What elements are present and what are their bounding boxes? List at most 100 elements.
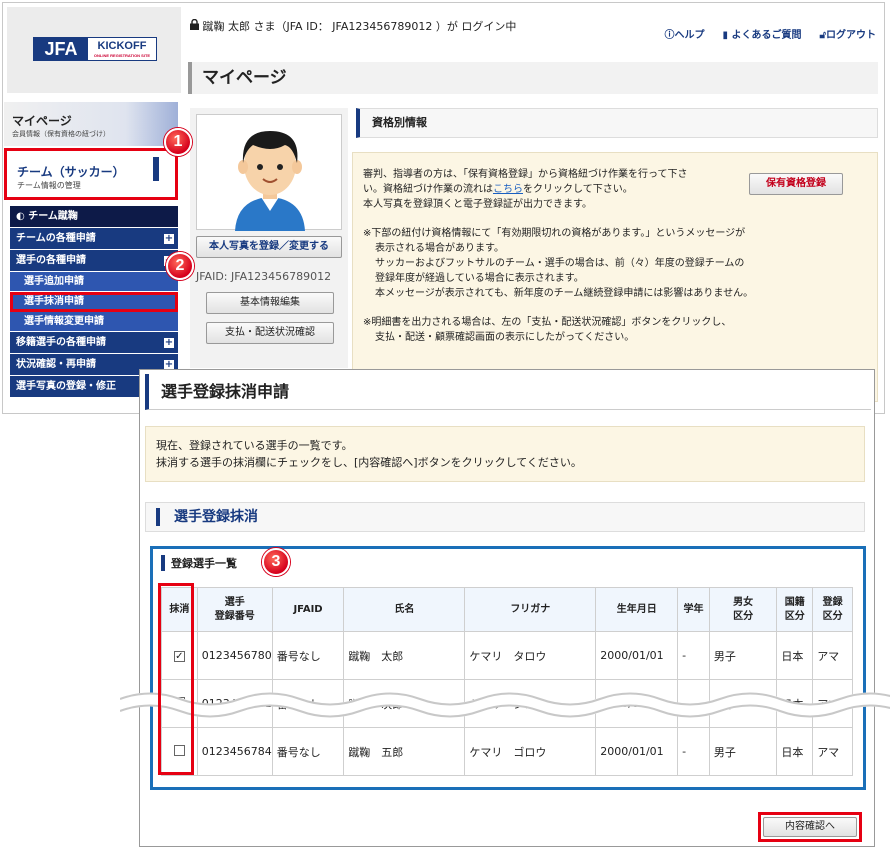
notice-line: 現在、登録されている選手の一覧です。 xyxy=(156,439,353,452)
col-number: 選手 登録番号 xyxy=(196,587,273,632)
logout-label: ログアウト xyxy=(826,30,876,41)
menu-change-player[interactable]: 選手情報変更申請 xyxy=(10,312,178,332)
menu-team-requests[interactable]: チームの各種申請 + xyxy=(10,228,178,250)
step-badge-1: 1 xyxy=(164,128,192,156)
edit-profile-button[interactable]: 基本情報編集 xyxy=(206,292,334,314)
table-header-row: 抹消 選手 登録番号 JFAID 氏名 フリガナ 生年月日 学年 男女 区分 国… xyxy=(161,587,853,632)
step-badge-3: 3 xyxy=(262,548,290,576)
cell-birth: 2000/01/01 xyxy=(595,631,679,680)
col-birth: 生年月日 xyxy=(595,587,679,632)
cell-grade: - xyxy=(677,631,710,680)
col-name: 氏名 xyxy=(343,587,466,632)
payment-status-button[interactable]: 支払・配送状況確認 xyxy=(206,322,334,344)
qualification-info: 審判、指導者の方は、「保有資格登録」から資格紐づけ作業を行って下さ い。資格紐づ… xyxy=(352,152,878,402)
table-row: ✓ 0123456780 番号なし 蹴鞠 太郎 ケマリ タロウ 2000/01/01- 男子… xyxy=(161,631,853,680)
page-title: マイページ xyxy=(188,62,878,94)
cell-nationality: 日本 xyxy=(776,631,814,680)
qualification-heading: 資格別情報 xyxy=(356,108,878,138)
info-text: ※下部の紐付け資格情報にて「有効期限切れの資格があります。」というメッセージが xyxy=(363,228,746,239)
menu-team-name[interactable]: ◐ チーム蹴鞠 xyxy=(10,206,178,228)
col-sex: 男女 区分 xyxy=(708,587,778,632)
menu-add-player[interactable]: 選手追加申請 xyxy=(10,272,178,292)
player-list-frame: 登録選手一覧 抹消 選手 登録番号 JFAID 氏名 フリガナ 生年月日 学年 … xyxy=(150,546,866,790)
chat-icon: ▮ xyxy=(722,30,732,41)
logo-area: JFA KICKOFF ONLINE REGISTRATION SITE xyxy=(7,7,181,93)
cell-category: アマ xyxy=(812,631,853,680)
info-text: ※明細書を出力される場合は、左の「支払・配送状況確認」ボタンをクリックし、 xyxy=(363,317,732,328)
help-icon: ⓘ xyxy=(664,30,675,41)
col-category: 登録 区分 xyxy=(812,587,853,632)
sidebar-team-subtitle: チーム情報の管理 xyxy=(17,181,81,190)
jfa-kickoff-logo[interactable]: JFA KICKOFF ONLINE REGISTRATION SITE xyxy=(33,37,157,61)
sidebar-mypage-title: マイページ xyxy=(12,114,72,128)
col-jfaid: JFAID xyxy=(271,587,345,632)
avatar xyxy=(196,114,342,231)
person-avatar-icon xyxy=(235,131,305,231)
cell-birth: 2000/01/01 xyxy=(595,727,679,776)
menu-label: チームの各種申請 xyxy=(16,233,96,244)
logo-kickoff: KICKOFF ONLINE REGISTRATION SITE xyxy=(88,38,156,60)
expand-icon[interactable]: + xyxy=(164,234,174,244)
cell-name: 蹴鞠 五郎 xyxy=(343,727,466,776)
cell-jfaid: 番号なし xyxy=(271,631,345,680)
info-text: 本メッセージが表示されても、新年度のチーム継続登録申請には影響はありません。 xyxy=(375,288,754,299)
lock-icon xyxy=(190,18,203,33)
notice-box: 現在、登録されている選手の一覧です。 抹消する選手の抹消欄にチェックをし、[内容… xyxy=(145,426,865,482)
logo-jfa: JFA xyxy=(34,38,88,60)
header-links: ⓘヘルプ ▮ よくあるご質問 🔓︎ログアウト xyxy=(665,26,876,41)
logo-tagline: ONLINE REGISTRATION SITE xyxy=(93,53,151,58)
menu-player-requests[interactable]: 選手の各種申請− xyxy=(10,250,178,272)
menu-transfer-requests[interactable]: 移籍選手の各種申請 + xyxy=(10,332,178,354)
cell-sex: 男子 xyxy=(708,727,778,776)
logout-link[interactable]: 🔓︎ログアウト xyxy=(820,26,876,41)
info-text: 支払・配送・顧票確認画面の表示にしたがってください。 xyxy=(375,332,635,343)
menu-label: 移籍選手の各種申請 xyxy=(16,337,106,348)
notice-line: 抹消する選手の抹消欄にチェックをし、[内容確認へ]ボタンをクリックしてください。 xyxy=(156,456,582,469)
menu-label: 選手抹消申請 xyxy=(24,296,84,307)
qualification-panel: 資格別情報 審判、指導者の方は、「保有資格登録」から資格紐づけ作業を行って下さ … xyxy=(352,108,878,408)
info-text: 登録年度が経過している場合に表示されます。 xyxy=(375,273,584,284)
cell-number: 0123456784 xyxy=(196,727,273,776)
menu-label: 選手の各種申請 xyxy=(16,255,86,266)
register-photo-button[interactable]: 本人写真を登録／変更する xyxy=(196,236,342,258)
menu-delete-player[interactable]: 選手抹消申請 xyxy=(10,292,178,312)
col-grade: 学年 xyxy=(677,587,710,632)
expand-icon[interactable]: + xyxy=(164,338,174,348)
col-kana: フリガナ xyxy=(464,587,597,632)
info-text-part: い。資格紐づけ作業の流れは xyxy=(363,184,493,195)
soccer-ball-icon: ◐ xyxy=(16,211,29,222)
help-link[interactable]: ⓘヘルプ xyxy=(665,26,705,41)
logo-kickoff-text: KICKOFF xyxy=(97,40,147,52)
sidebar-item-mypage[interactable]: マイページ 会員情報（保有資格の紐づけ） xyxy=(4,102,178,146)
faq-link[interactable]: ▮ よくあるご質問 xyxy=(723,26,802,41)
cell-kana: ケマリ タロウ xyxy=(464,631,597,680)
player-deletion-dialog: 選手登録抹消申請 現在、登録されている選手の一覧です。 抹消する選手の抹消欄にチ… xyxy=(139,369,875,847)
dialog-title: 選手登録抹消申請 xyxy=(145,374,871,410)
menu-label: チーム蹴鞠 xyxy=(28,211,78,222)
cell-sex: 男子 xyxy=(708,631,778,680)
col-nationality: 国籍 区分 xyxy=(776,587,814,632)
menu-label: 選手情報変更申請 xyxy=(24,316,104,327)
player-table: 抹消 選手 登録番号 JFAID 氏名 フリガナ 生年月日 学年 男女 区分 国… xyxy=(161,587,853,776)
register-qualification-button[interactable]: 保有資格登録 xyxy=(749,173,843,195)
sidebar-team-title: チーム（サッカー） xyxy=(17,165,125,179)
info-text: サッカーおよびフットサルのチーム・選手の場合は、前（々）年度の登録チームの xyxy=(375,258,745,269)
login-status: 蹴鞠 太郎 さま（JFA ID： JFA123456789012 ）が ログイン… xyxy=(190,18,516,34)
jfaid-text: JFAID: JFA123456789012 xyxy=(196,270,332,283)
checkbox-column-highlight xyxy=(158,583,194,775)
help-label: ヘルプ xyxy=(674,30,705,41)
section-title: 選手登録抹消 xyxy=(145,502,865,532)
info-text: 本人写真を登録頂くと電子登録証が出力できます。 xyxy=(363,199,592,210)
menu-label: 状況確認・再申請 xyxy=(16,359,96,370)
here-link[interactable]: こちら xyxy=(493,184,523,195)
table-row: 0123456784 番号なし 蹴鞠 五郎 ケマリ ゴロウ 2000/01/01- 男子日… xyxy=(161,727,853,776)
info-text: 表示される場合があります。 xyxy=(375,243,504,254)
cell-grade: - xyxy=(677,727,710,776)
sidebar-item-team[interactable]: チーム（サッカー） チーム情報の管理 xyxy=(4,148,178,200)
cell-number: 0123456780 xyxy=(196,631,273,680)
flag-marker xyxy=(153,157,159,181)
confirm-button[interactable]: 内容確認へ xyxy=(763,817,857,837)
cell-jfaid: 番号なし xyxy=(271,727,345,776)
confirm-button-highlight: 内容確認へ xyxy=(758,812,862,842)
list-title: 登録選手一覧 xyxy=(161,555,237,571)
